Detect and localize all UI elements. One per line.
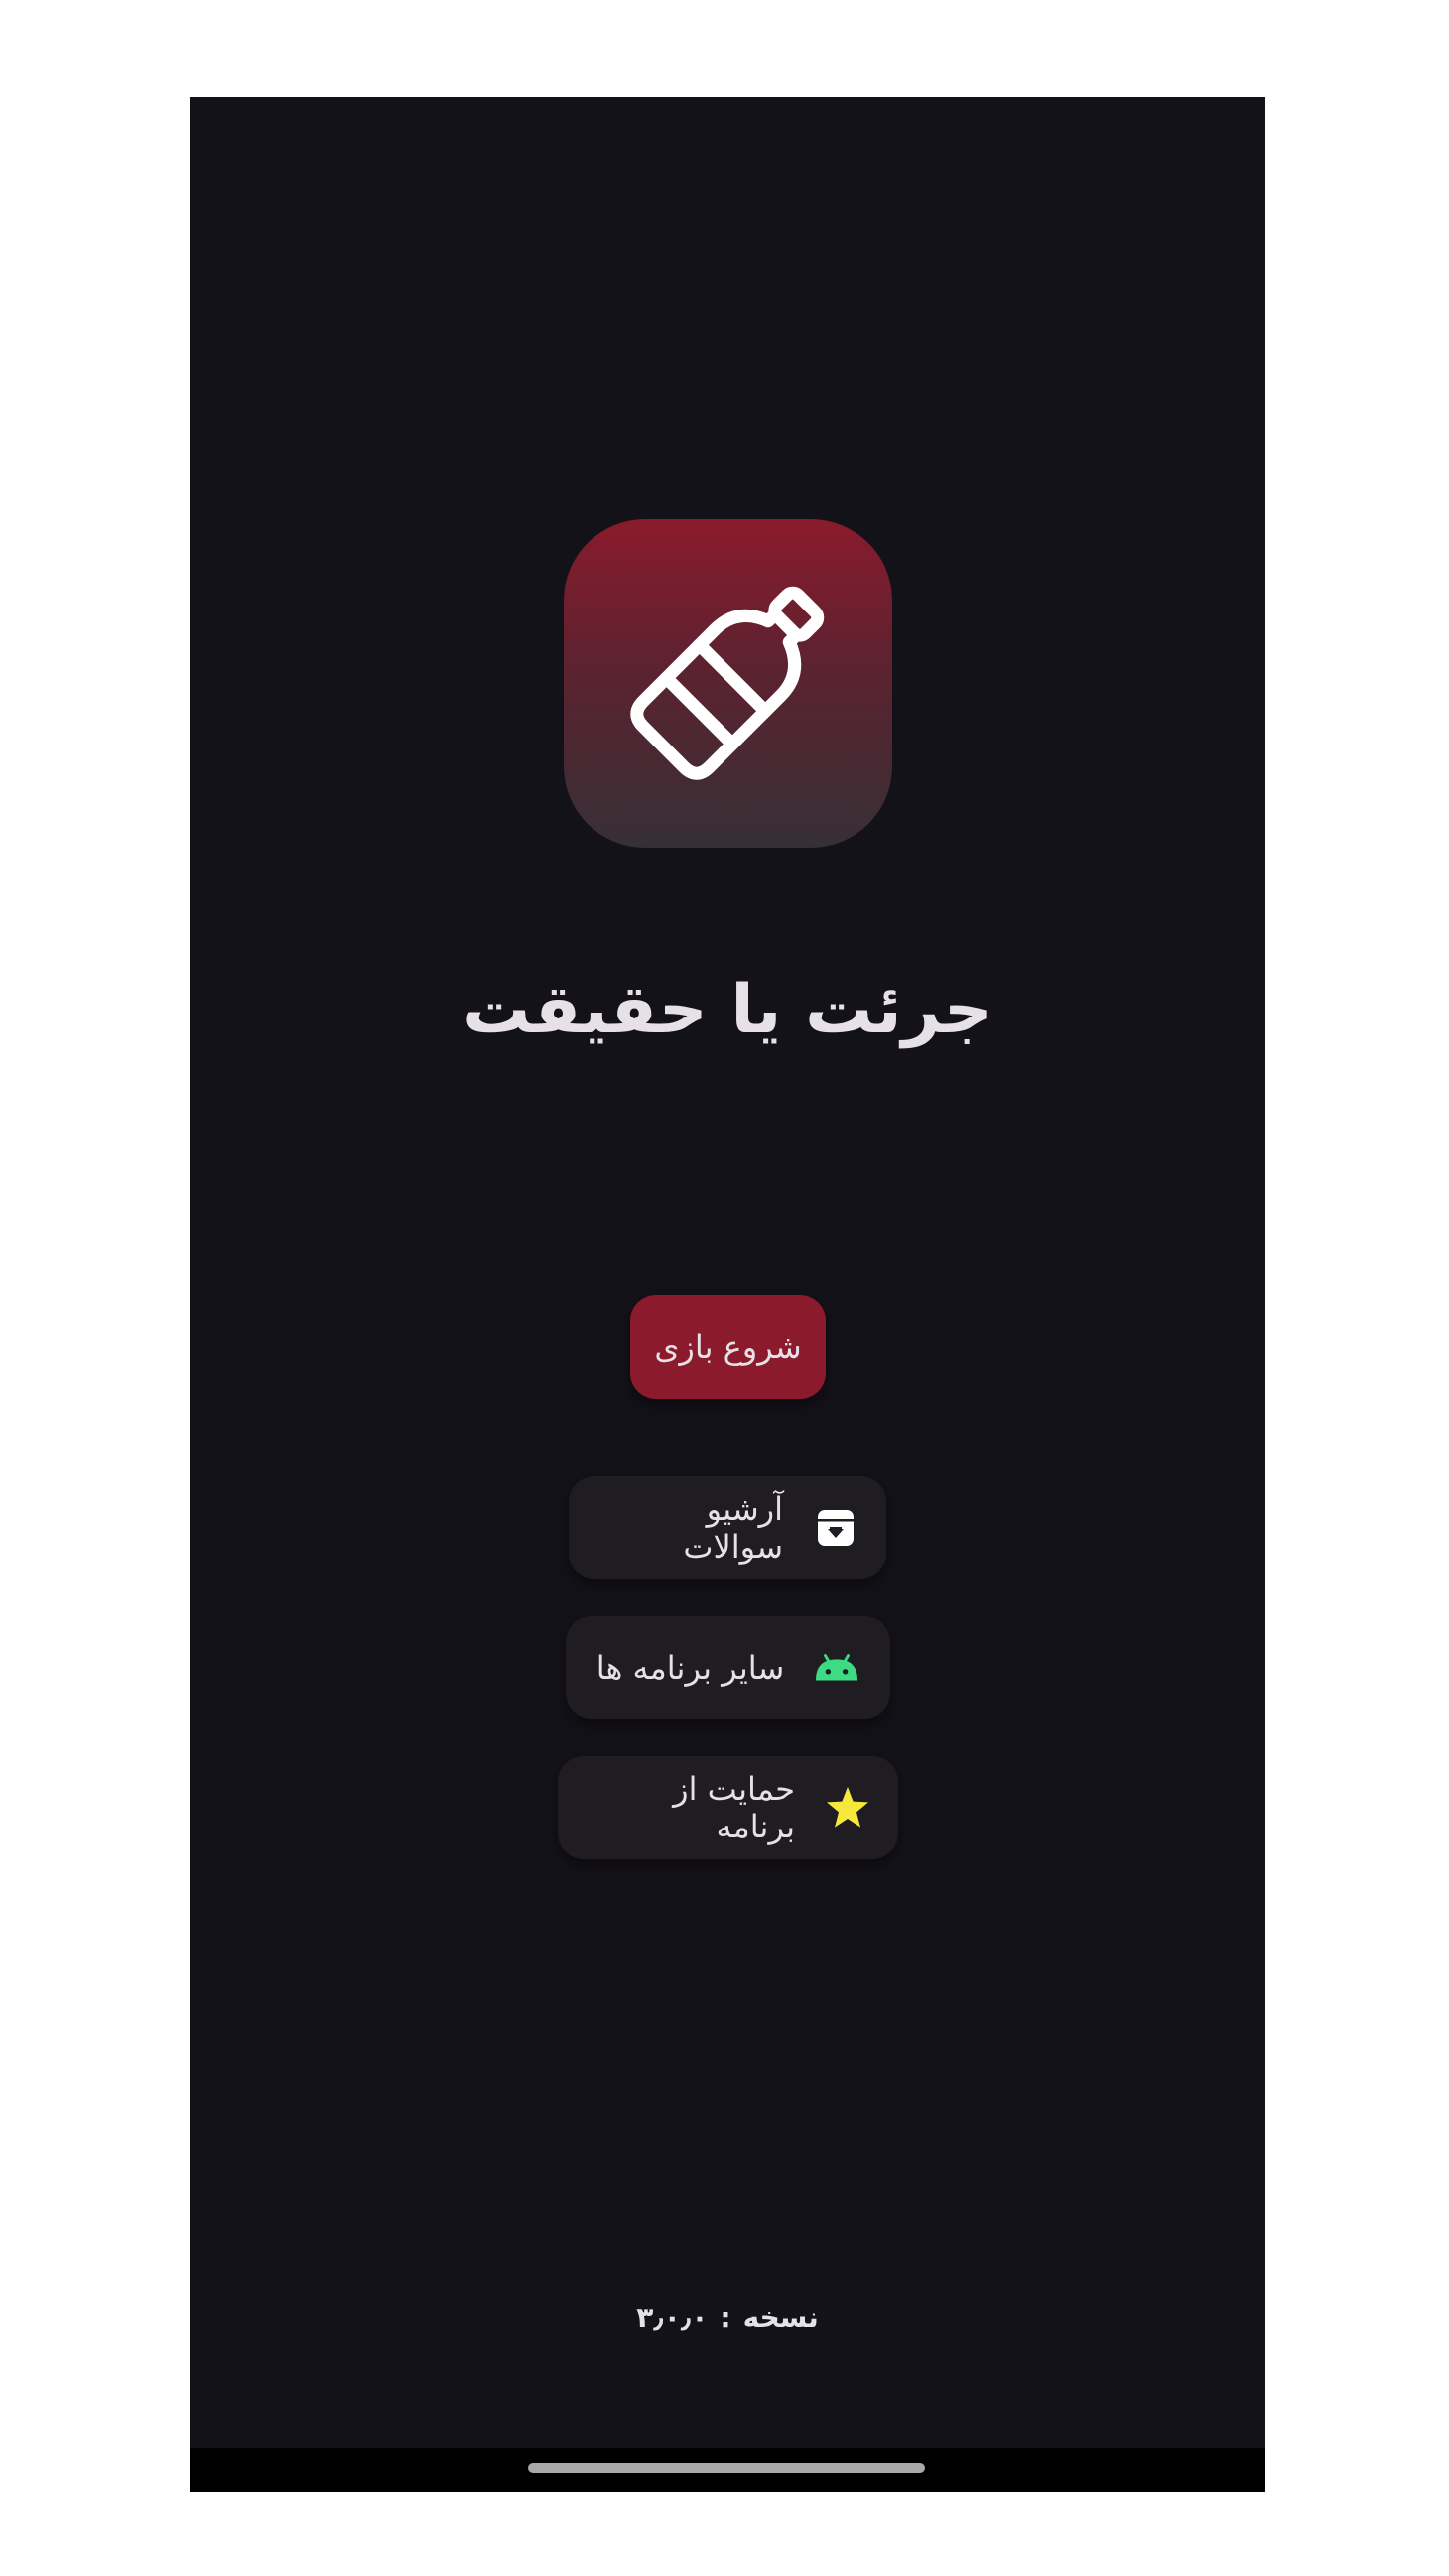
questions-archive-label: آرشیو سوالات [683, 1490, 783, 1565]
app-logo [564, 519, 892, 848]
support-app-button[interactable]: حمایت از برنامه [558, 1756, 898, 1859]
home-indicator[interactable] [528, 2463, 925, 2473]
support-app-label: حمایت از برنامه [673, 1770, 795, 1845]
star-icon [825, 1785, 870, 1830]
archive-box-icon [813, 1505, 858, 1551]
version-separator: : [720, 2301, 731, 2334]
start-game-button[interactable]: شروع بازی [630, 1295, 826, 1399]
bottle-icon [630, 586, 825, 780]
other-apps-button[interactable]: سایر برنامه ها [566, 1616, 890, 1719]
app-title: جرئت یا حقیقت [462, 971, 992, 1049]
start-game-label: شروع بازی [654, 1328, 802, 1366]
version-number: ۳٫۰٫۰ [636, 2301, 709, 2334]
other-apps-label: سایر برنامه ها [595, 1649, 785, 1687]
version-label: نسخه [742, 2301, 819, 2334]
app-screen: جرئت یا حقیقت شروع بازی آرشیو سوالات سای… [190, 97, 1265, 2492]
version-info: نسخه:۳٫۰٫۰ [190, 2293, 1265, 2343]
questions-archive-button[interactable]: آرشیو سوالات [569, 1476, 886, 1579]
android-icon [814, 1645, 859, 1691]
system-navigation-bar [190, 2448, 1265, 2492]
